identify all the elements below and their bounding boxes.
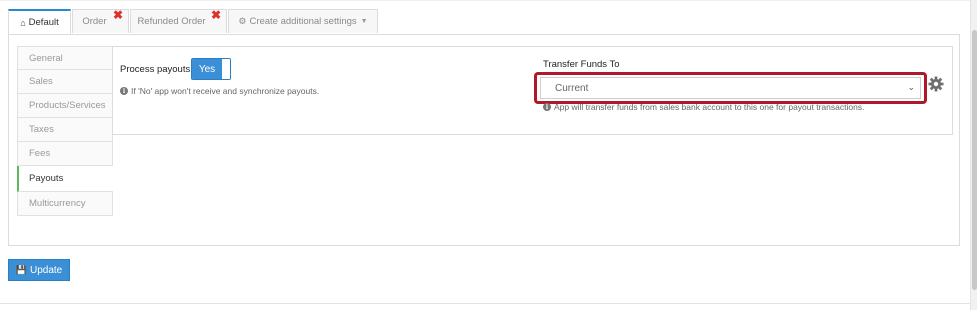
caret-down-icon: ▼ — [360, 18, 368, 25]
transfer-funds-help: i App will transfer funds from sales ban… — [543, 102, 864, 112]
sidebar-item-sales[interactable]: Sales — [17, 70, 113, 94]
payouts-settings: Process payouts Yes i If 'No' app won't … — [112, 46, 953, 135]
sidebar-item-taxes[interactable]: Taxes — [17, 118, 113, 142]
tab-refunded-order[interactable]: Refunded Order ✖ — [130, 9, 227, 33]
gear-icon: ⚙ — [238, 16, 247, 26]
save-icon: 💾 — [15, 264, 27, 275]
gear-icon[interactable] — [928, 76, 944, 92]
sidebar-item-label: Taxes — [29, 124, 54, 135]
home-icon: ⌂ — [20, 17, 26, 28]
tab-default-label: Default — [28, 17, 59, 28]
transfer-funds-label: Transfer Funds To — [543, 59, 620, 70]
tab-refunded-order-label: Refunded Order — [137, 16, 206, 27]
tab-create-additional-settings[interactable]: ⚙ Create additional settings ▼ — [228, 9, 378, 33]
tab-order-label: Order — [82, 16, 107, 27]
process-payouts-help: i If 'No' app won't receive and synchron… — [120, 86, 319, 96]
sidebar-item-fees[interactable]: Fees — [17, 142, 113, 166]
sidebar-item-multicurrency[interactable]: Multicurrency — [17, 192, 113, 216]
tab-default[interactable]: ⌂ Default — [8, 9, 71, 34]
info-icon: i — [120, 87, 128, 95]
settings-sidebar: General Sales Products/Services Taxes Fe… — [17, 46, 113, 216]
chevron-down-icon: ⌄ — [907, 82, 915, 92]
settings-tabs: ⌂ Default Order ✖ Refunded Order ✖ ⚙ Cre… — [8, 9, 379, 34]
vertical-scrollbar[interactable] — [970, 0, 977, 310]
transfer-funds-value: Current — [555, 82, 589, 94]
process-payouts-help-text: If 'No' app won't receive and synchroniz… — [131, 86, 320, 96]
sidebar-item-general[interactable]: General — [17, 46, 113, 70]
close-icon[interactable]: ✖ — [113, 9, 123, 21]
transfer-funds-help-text: App will transfer funds from sales bank … — [554, 102, 865, 112]
info-icon: i — [543, 103, 551, 111]
process-payouts-toggle[interactable]: Yes — [191, 58, 231, 80]
top-divider — [0, 0, 977, 1]
close-icon[interactable]: ✖ — [211, 9, 221, 21]
sidebar-item-label: Products/Services — [29, 100, 106, 111]
settings-panel: General Sales Products/Services Taxes Fe… — [8, 34, 960, 246]
transfer-funds-select[interactable]: Current ⌄ — [540, 77, 921, 99]
sidebar-item-label: Fees — [29, 148, 51, 159]
tab-order[interactable]: Order ✖ — [72, 9, 129, 33]
process-payouts-label: Process payouts — [120, 64, 191, 75]
sidebar-item-products-services[interactable]: Products/Services — [17, 94, 113, 118]
tab-create-label: Create additional settings — [249, 16, 357, 27]
sidebar-item-label: General — [29, 52, 63, 64]
sidebar-item-label: Payouts — [29, 173, 64, 184]
toggle-knob — [222, 59, 230, 79]
toggle-on-label: Yes — [192, 59, 222, 79]
sidebar-item-label: Multicurrency — [29, 198, 86, 209]
update-button[interactable]: 💾 Update — [8, 259, 70, 281]
sidebar-item-payouts[interactable]: Payouts — [17, 166, 113, 192]
scrollbar-thumb[interactable] — [972, 30, 977, 290]
sidebar-item-label: Sales — [29, 76, 53, 87]
update-button-label: Update — [29, 264, 63, 276]
bottom-divider — [0, 303, 970, 304]
